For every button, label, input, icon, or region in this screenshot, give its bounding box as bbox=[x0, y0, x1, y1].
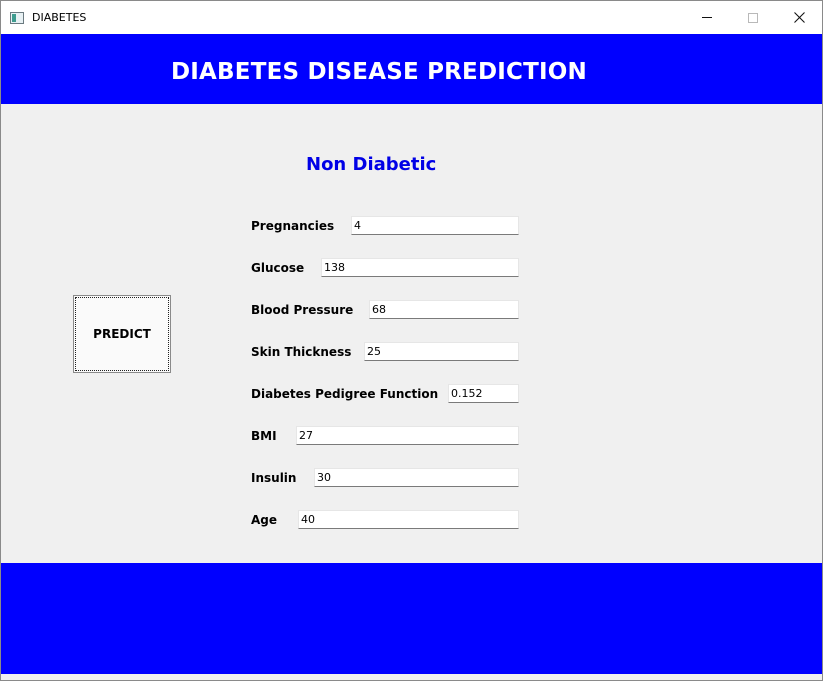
pregnancies-label: Pregnancies bbox=[251, 219, 335, 233]
diabetes-pedigree-label: Diabetes Pedigree Function bbox=[251, 387, 439, 401]
skin-thickness-input[interactable]: 25 bbox=[364, 342, 519, 361]
skin-thickness-label: Skin Thickness bbox=[251, 345, 352, 359]
age-input[interactable]: 40 bbox=[298, 510, 519, 529]
bmi-input[interactable]: 27 bbox=[296, 426, 519, 445]
close-button[interactable] bbox=[776, 1, 822, 34]
diabetes-pedigree-input[interactable]: 0.152 bbox=[448, 384, 519, 403]
insulin-label: Insulin bbox=[251, 471, 297, 485]
minimize-button[interactable] bbox=[684, 1, 730, 34]
blood-pressure-input[interactable]: 68 bbox=[369, 300, 519, 319]
blood-pressure-label: Blood Pressure bbox=[251, 303, 354, 317]
age-label: Age bbox=[251, 513, 278, 527]
page-title: DIABETES DISEASE PREDICTION bbox=[171, 59, 587, 85]
prediction-result: Non Diabetic bbox=[306, 154, 437, 175]
app-window-icon bbox=[10, 12, 24, 24]
app-window: DIABETES DIABETES DISEASE PREDICTION Non… bbox=[0, 0, 823, 681]
glucose-input[interactable]: 138 bbox=[321, 258, 519, 277]
bmi-label: BMI bbox=[251, 429, 277, 443]
pregnancies-input[interactable]: 4 bbox=[351, 216, 519, 235]
header-band: DIABETES DISEASE PREDICTION bbox=[1, 34, 822, 104]
glucose-label: Glucose bbox=[251, 261, 305, 275]
maximize-icon bbox=[748, 12, 758, 23]
insulin-input[interactable]: 30 bbox=[314, 468, 519, 487]
predict-button[interactable]: PREDICT bbox=[73, 295, 171, 373]
close-icon bbox=[793, 12, 805, 23]
window-title: DIABETES bbox=[32, 11, 87, 24]
title-bar[interactable]: DIABETES bbox=[1, 1, 822, 34]
footer-band bbox=[1, 563, 822, 674]
maximize-button[interactable] bbox=[730, 1, 776, 34]
minimize-icon bbox=[702, 17, 712, 18]
